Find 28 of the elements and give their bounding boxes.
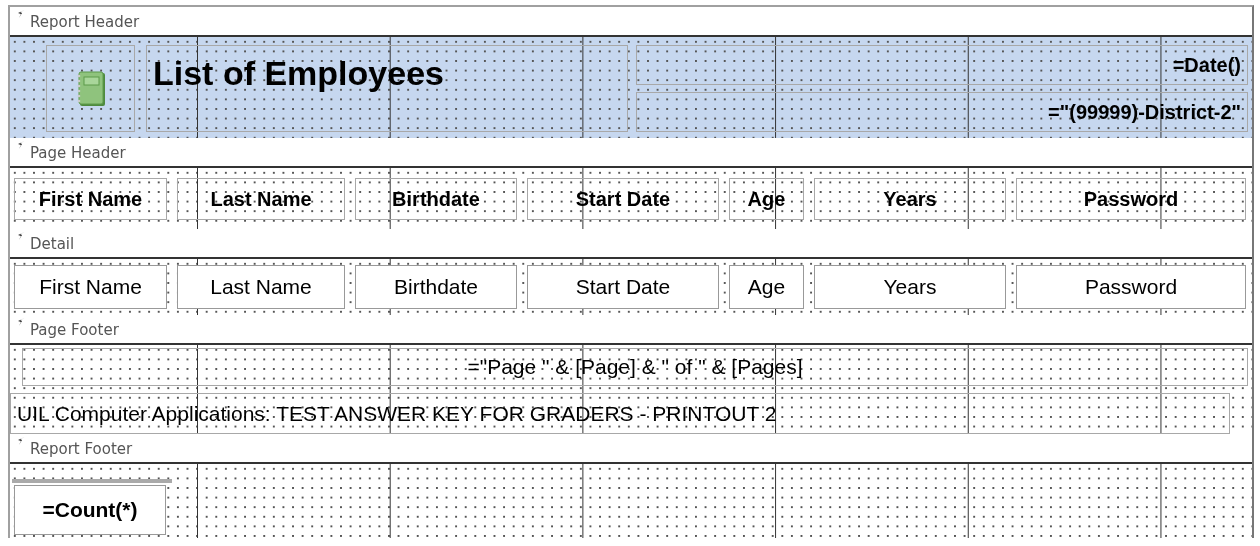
section-title: Page Header — [30, 144, 126, 162]
column-label[interactable]: First Name — [14, 178, 167, 220]
column-label[interactable]: Last Name — [177, 178, 345, 220]
column-label[interactable]: Birthdate — [355, 178, 517, 220]
logo-frame[interactable] — [46, 45, 135, 132]
section-title: Detail — [30, 235, 75, 253]
expression-field[interactable]: =Date() — [636, 45, 1248, 85]
section-bar[interactable]: Page Header — [10, 138, 1252, 168]
field-textbox[interactable]: First Name — [14, 265, 167, 309]
count-textbox[interactable]: =Count(*) — [14, 485, 166, 535]
section-bar[interactable]: Report Header — [10, 7, 1252, 37]
section-bar[interactable]: Report Footer — [10, 434, 1252, 464]
column-label[interactable]: Years — [814, 178, 1006, 220]
section-title: Report Header — [30, 13, 140, 31]
section-title: Page Footer — [30, 321, 119, 339]
field-textbox[interactable]: Start Date — [527, 265, 719, 309]
notebook-icon — [75, 70, 106, 107]
section-title: Report Footer — [30, 440, 133, 458]
section-bar[interactable]: Page Footer — [10, 315, 1252, 345]
column-label[interactable]: Password — [1016, 178, 1246, 220]
field-textbox[interactable]: Last Name — [177, 265, 345, 309]
field-textbox[interactable]: Password — [1016, 265, 1246, 309]
field-textbox[interactable]: Years — [814, 265, 1006, 309]
column-label[interactable]: Start Date — [527, 178, 719, 220]
expression-field[interactable]: ="(99999)-District-2" — [636, 92, 1248, 132]
field-textbox[interactable]: Birthdate — [355, 265, 517, 309]
section-bar[interactable]: Detail — [10, 229, 1252, 259]
field-textbox[interactable]: Age — [729, 265, 804, 309]
